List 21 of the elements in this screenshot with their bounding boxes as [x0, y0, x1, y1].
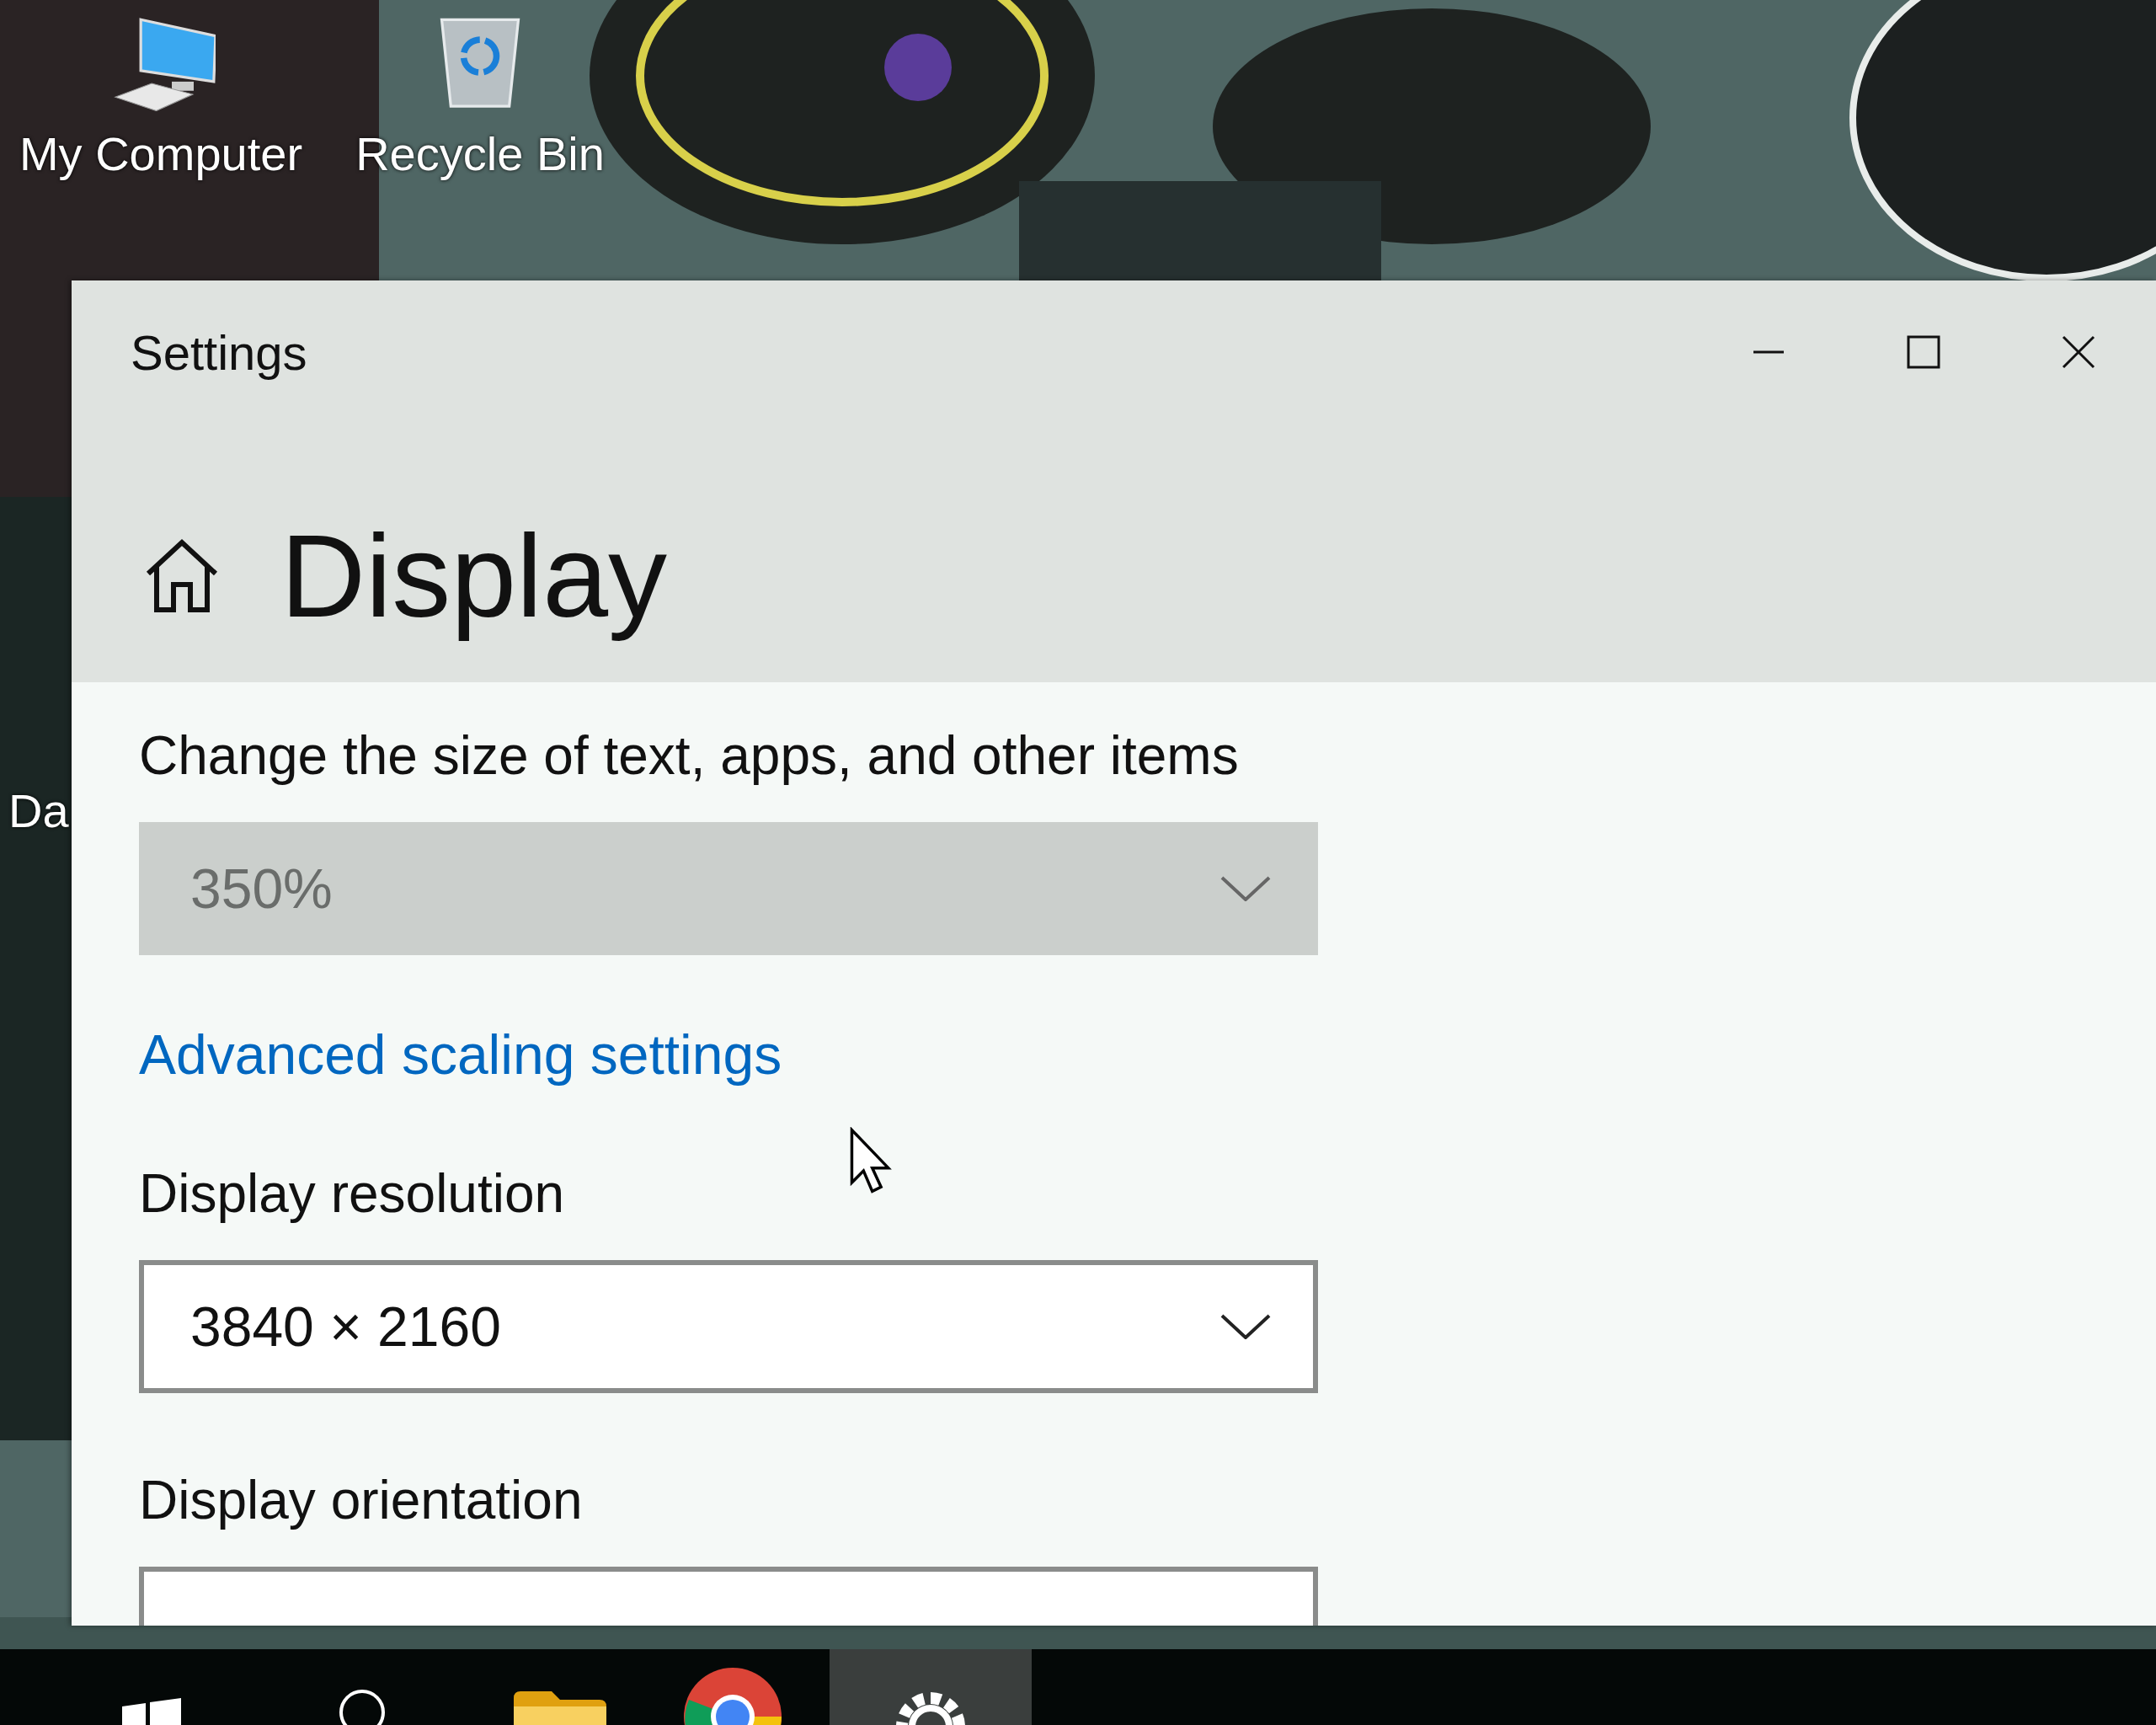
minimize-icon [1752, 350, 1785, 354]
home-icon[interactable] [144, 538, 220, 614]
desktop-icon-label[interactable]: Da [8, 783, 69, 838]
dropdown-value: 350% [190, 857, 333, 921]
setting-label: Change the size of text, apps, and other items [139, 724, 1239, 787]
chevron-down-icon [1220, 876, 1271, 901]
close-icon [2062, 335, 2095, 369]
chevron-down-icon [1220, 1314, 1271, 1339]
search-icon [337, 1687, 387, 1725]
desktop-icon-label[interactable]: My Computer [19, 126, 303, 181]
window-title: Settings [131, 323, 307, 381]
desktop-icon-label[interactable]: Recycle Bin [355, 126, 605, 181]
setting-label: Display orientation [139, 1469, 583, 1531]
dropdown[interactable]: 3840 × 2160 [139, 1260, 1318, 1393]
mouse-pointer-icon [849, 1127, 893, 1194]
page-title: Display [280, 509, 668, 644]
setting-label: Display resolution [139, 1162, 565, 1225]
maximize-icon [1907, 335, 1940, 369]
settings-button[interactable] [830, 1649, 1032, 1725]
dropdown-value: 3840 × 2160 [190, 1295, 501, 1359]
advanced-scaling-link[interactable]: Advanced scaling settings [139, 1023, 782, 1087]
